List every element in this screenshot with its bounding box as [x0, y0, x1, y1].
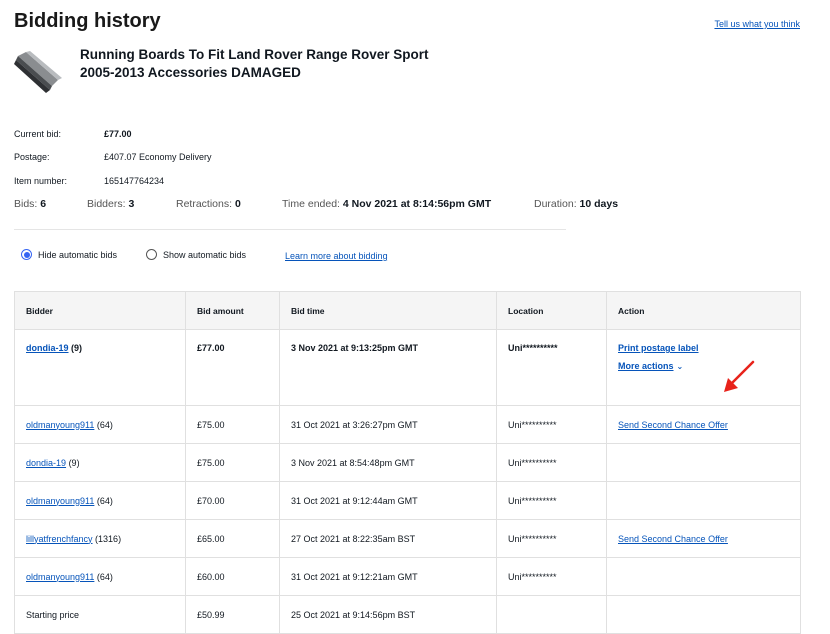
learn-more-link[interactable]: Learn more about bidding [285, 251, 388, 261]
bid-time: 27 Oct 2021 at 8:22:35am BST [279, 519, 497, 558]
bid-amount: £50.99 [185, 595, 280, 634]
table-row: dondia-19 (9) £77.00 3 Nov 2021 at 9:13:… [14, 329, 801, 406]
feedback-score: (9) [71, 343, 83, 353]
hide-automatic-bids-option[interactable]: Hide automatic bids [21, 249, 117, 260]
postage-value: £407.07 Economy Delivery [104, 152, 212, 162]
feedback-link[interactable]: Tell us what you think [714, 19, 800, 29]
more-actions-link[interactable]: More actions ⌄ [618, 361, 683, 371]
send-second-chance-offer-link[interactable]: Send Second Chance Offer [618, 420, 728, 430]
bid-location: Uni********** [496, 329, 607, 406]
bid-time: 3 Nov 2021 at 8:54:48pm GMT [279, 443, 497, 482]
feedback-score: (9) [68, 457, 80, 468]
bid-location: Uni********** [496, 405, 607, 444]
bidder-link[interactable]: dondia-19 [26, 343, 69, 353]
current-bid-value: £77.00 [104, 129, 132, 139]
item-title: Running Boards To Fit Land Rover Range R… [80, 47, 429, 80]
bid-amount: £75.00 [185, 443, 280, 482]
radio-unselected-icon[interactable] [146, 249, 157, 260]
bid-location [496, 595, 607, 634]
print-postage-label-link[interactable]: Print postage label [618, 343, 699, 353]
bid-amount: £75.00 [185, 405, 280, 444]
stat-time-ended: Time ended: 4 Nov 2021 at 8:14:56pm GMT [282, 198, 492, 210]
feedback-score: (1316) [95, 533, 122, 544]
header-location: Location [496, 291, 607, 330]
feedback-score: (64) [96, 495, 113, 506]
item-number-label: Item number: [14, 176, 68, 186]
bid-amount: £77.00 [185, 329, 280, 406]
bid-time: 3 Nov 2021 at 9:13:25pm GMT [279, 329, 497, 406]
bid-time: 25 Oct 2021 at 9:14:56pm BST [279, 595, 497, 634]
bid-time: 31 Oct 2021 at 3:26:27pm GMT [279, 405, 497, 444]
bidder-link[interactable]: dondia-19 [26, 458, 66, 468]
table-row: lillyatfrenchfancy (1316) £65.00 27 Oct … [14, 519, 801, 558]
bid-location: Uni********** [496, 557, 607, 596]
item-thumbnail [14, 46, 66, 98]
feedback-score: (64) [96, 419, 113, 430]
table-row: dondia-19 (9) £75.00 3 Nov 2021 at 8:54:… [14, 443, 801, 482]
chevron-down-icon: ⌄ [676, 362, 684, 371]
stat-retractions: Retractions: 0 [176, 198, 241, 210]
bidder-link[interactable]: oldmanyoung911 [26, 420, 94, 430]
table-row: oldmanyoung911 (64) £75.00 31 Oct 2021 a… [14, 405, 801, 444]
bidder-link[interactable]: oldmanyoung911 [26, 496, 94, 506]
item-number-value: 165147764234 [104, 176, 165, 186]
action-cell [606, 481, 801, 520]
stat-bids: Bids: 6 [14, 198, 47, 210]
bid-history-table: Bidder Bid amount Bid time Location Acti… [14, 291, 801, 634]
annotation-arrow-icon [724, 360, 755, 392]
header-action: Action [606, 291, 801, 330]
current-bid-label: Current bid: [14, 129, 62, 139]
action-cell [606, 595, 801, 634]
table-row: Starting price £50.99 25 Oct 2021 at 9:1… [14, 595, 801, 634]
bid-amount: £70.00 [185, 481, 280, 520]
feedback-score: (64) [96, 571, 113, 582]
page-title: Bidding history [14, 10, 161, 32]
header-bid-amount: Bid amount [185, 291, 280, 330]
stat-bidders: Bidders: 3 [87, 198, 135, 210]
header-bid-time: Bid time [279, 291, 497, 330]
divider [14, 229, 566, 230]
radio-selected-icon[interactable] [21, 249, 32, 260]
bid-amount: £60.00 [185, 557, 280, 596]
bid-location: Uni********** [496, 443, 607, 482]
table-header-row: Bidder Bid amount Bid time Location Acti… [14, 291, 801, 330]
bidder-link[interactable]: lillyatfrenchfancy [26, 534, 93, 544]
table-row: oldmanyoung911 (64) £60.00 31 Oct 2021 a… [14, 557, 801, 596]
table-row: oldmanyoung911 (64) £70.00 31 Oct 2021 a… [14, 481, 801, 520]
action-cell [606, 443, 801, 482]
show-automatic-bids-option[interactable]: Show automatic bids [146, 249, 246, 260]
bid-amount: £65.00 [185, 519, 280, 558]
header-bidder: Bidder [14, 291, 186, 330]
bid-time: 31 Oct 2021 at 9:12:44am GMT [279, 481, 497, 520]
bidder-link[interactable]: oldmanyoung911 [26, 572, 94, 582]
postage-label: Postage: [14, 152, 50, 162]
bid-time: 31 Oct 2021 at 9:12:21am GMT [279, 557, 497, 596]
stat-duration: Duration: 10 days [534, 198, 619, 210]
action-cell [606, 557, 801, 596]
bid-location: Uni********** [496, 481, 607, 520]
starting-price-label: Starting price [14, 595, 186, 634]
bid-location: Uni********** [496, 519, 607, 558]
send-second-chance-offer-link[interactable]: Send Second Chance Offer [618, 534, 728, 544]
